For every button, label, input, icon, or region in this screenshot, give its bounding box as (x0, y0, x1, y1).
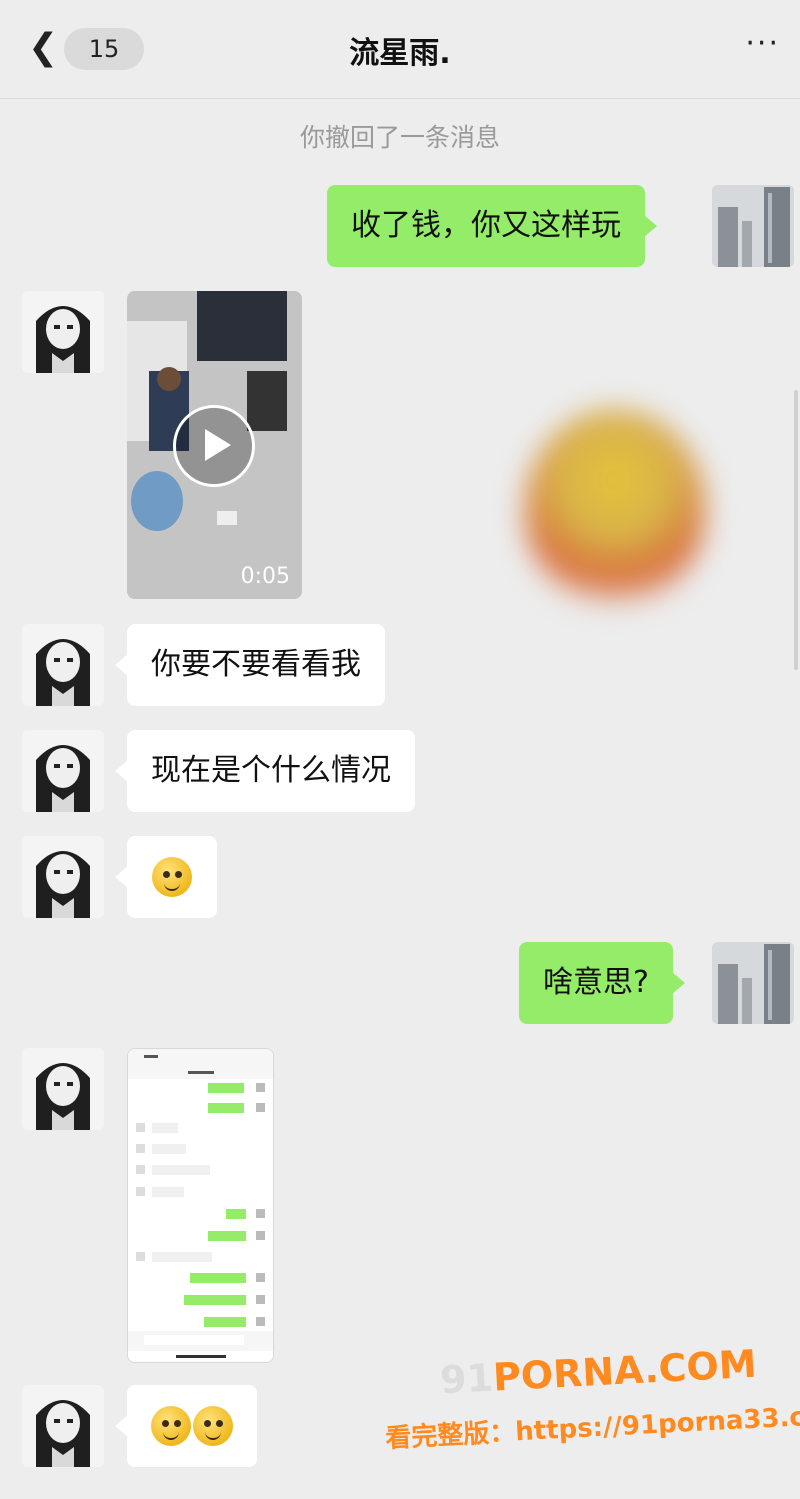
avatar-contact[interactable] (22, 624, 104, 706)
message-bubble-sent[interactable]: 收了钱，你又这样玩 (327, 185, 657, 267)
anime-girl-avatar-image (22, 624, 104, 706)
message-bubble-received[interactable]: 现在是个什么情况 (115, 730, 415, 812)
blurred-sticker (525, 410, 705, 610)
chat-screenshot-thumbnail (128, 1049, 273, 1362)
avatar-contact[interactable] (22, 836, 104, 918)
avatar-contact[interactable] (22, 1385, 104, 1467)
video-message[interactable]: 0:05 (127, 291, 302, 599)
buildings-avatar-image (712, 942, 794, 1024)
avatar-contact[interactable] (22, 291, 104, 373)
avatar-self[interactable] (712, 185, 794, 267)
watermark-logo: 91PORNA.COM (439, 1341, 758, 1403)
emoji-message[interactable] (115, 1385, 257, 1467)
anime-girl-avatar-image (22, 1385, 104, 1467)
anime-girl-avatar-image (22, 836, 104, 918)
anime-girl-avatar-image (22, 291, 104, 373)
scrollbar[interactable] (794, 390, 798, 670)
more-options-icon[interactable]: ··· (745, 26, 780, 61)
avatar-contact[interactable] (22, 730, 104, 812)
chat-screenshot-image[interactable] (127, 1048, 274, 1363)
thinking-emoji-icon (151, 1406, 191, 1446)
avatar-self[interactable] (712, 942, 794, 1024)
buildings-avatar-image (712, 185, 794, 267)
message-bubble-received[interactable]: 你要不要看看我 (115, 624, 385, 706)
emoji-message[interactable] (115, 836, 217, 918)
recall-notice: 你撤回了一条消息 (299, 123, 500, 152)
chat-title: 流星雨. (349, 36, 451, 71)
video-duration: 0:05 (240, 564, 290, 589)
avatar-contact[interactable] (22, 1048, 104, 1130)
play-icon[interactable] (173, 405, 255, 487)
thinking-emoji-icon (193, 1406, 233, 1446)
anime-girl-avatar-image (22, 730, 104, 812)
anime-girl-avatar-image (22, 1048, 104, 1130)
watermark-url: 看完整版：https://91porna33.com (384, 1399, 800, 1455)
thinking-emoji-icon (152, 857, 192, 897)
message-bubble-sent[interactable]: 啥意思? (519, 942, 685, 1024)
chat-header: ❮ 15 流星雨. ··· (0, 0, 800, 99)
